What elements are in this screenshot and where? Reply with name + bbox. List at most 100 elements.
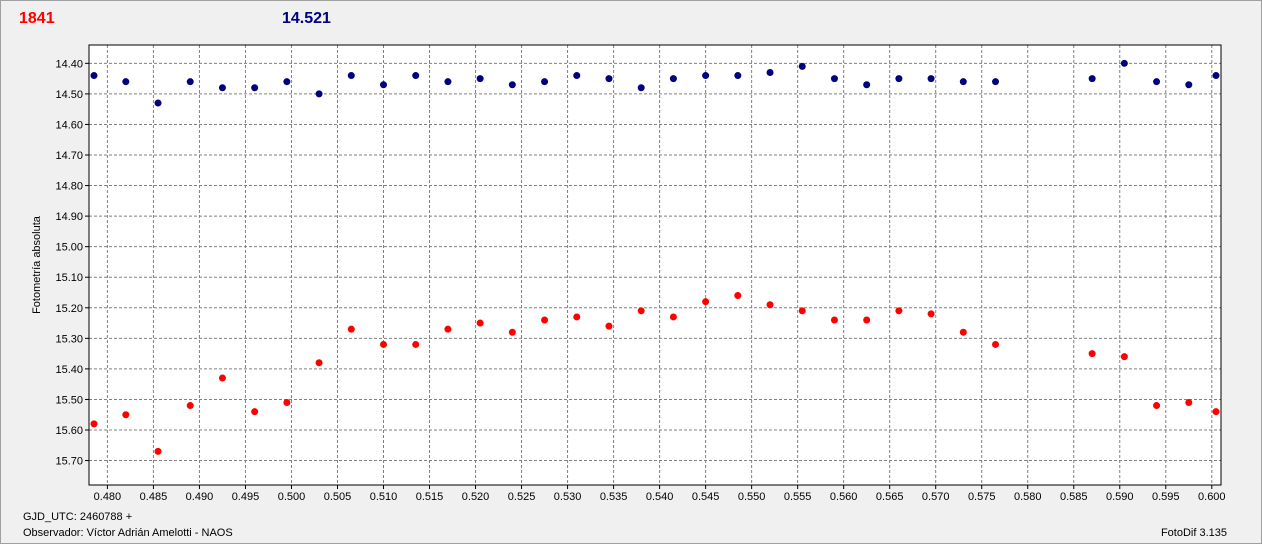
data-point [766, 69, 774, 76]
data-point [412, 340, 420, 348]
y-tick-label: 15.70 [55, 456, 83, 468]
data-point [122, 411, 130, 419]
jd-label: GJD_UTC: 2460788 + [23, 511, 133, 523]
data-point [1120, 353, 1128, 361]
data-point [347, 325, 355, 333]
data-point [1153, 402, 1161, 410]
data-point [476, 319, 484, 327]
data-point [508, 81, 516, 89]
x-tick-label: 0.535 [600, 491, 628, 503]
x-tick-label: 0.510 [370, 491, 398, 503]
x-tick-label: 0.570 [922, 491, 950, 503]
x-tick-label: 0.490 [186, 491, 214, 503]
data-point [122, 78, 130, 86]
data-point [992, 340, 1000, 348]
data-point [541, 316, 549, 324]
data-point [669, 313, 677, 321]
data-point [251, 84, 259, 92]
y-tick-label: 14.40 [55, 58, 83, 70]
y-tick-label: 15.20 [55, 303, 83, 315]
x-tick-label: 0.520 [462, 491, 490, 503]
data-point [476, 75, 484, 83]
y-tick-label: 15.00 [55, 242, 83, 254]
data-point [412, 72, 420, 80]
x-tick-label: 0.575 [968, 491, 996, 503]
data-point [605, 75, 613, 83]
data-point [637, 84, 645, 92]
data-point [798, 62, 806, 70]
data-point [90, 420, 98, 428]
data-point [1088, 75, 1096, 83]
y-tick-label: 15.40 [55, 364, 83, 376]
data-point [251, 408, 259, 416]
data-point [637, 307, 645, 315]
data-point [959, 78, 967, 86]
data-point [734, 292, 742, 300]
data-point [798, 307, 806, 315]
software-version: FotoDif 3.135 [1160, 527, 1227, 539]
data-point [380, 340, 388, 348]
data-point [541, 78, 549, 86]
data-point [927, 75, 935, 83]
data-point [218, 374, 226, 382]
y-axis-label: Fotometría absoluta [31, 215, 43, 314]
x-tick-label: 0.480 [94, 491, 122, 503]
data-point [573, 72, 581, 80]
data-point [315, 359, 323, 367]
x-tick-label: 0.500 [278, 491, 306, 503]
data-point [186, 402, 194, 410]
data-point [895, 307, 903, 315]
x-tick-label: 0.560 [830, 491, 858, 503]
data-point [895, 75, 903, 83]
x-tick-label: 0.585 [1060, 491, 1088, 503]
data-point [154, 447, 162, 455]
data-point [1153, 78, 1161, 86]
data-point [380, 81, 388, 89]
data-point [830, 316, 838, 324]
y-tick-label: 15.50 [55, 394, 83, 406]
x-tick-label: 0.525 [508, 491, 536, 503]
data-point [863, 316, 871, 324]
x-tick-label: 0.580 [1014, 491, 1042, 503]
y-axis-ticks: 14.40 14.50 14.60 14.70 14.80 14.90 15.00 15.10… [55, 58, 89, 468]
data-point [283, 78, 291, 86]
data-point [1212, 72, 1220, 80]
x-tick-label: 0.530 [554, 491, 582, 503]
x-tick-label: 0.590 [1106, 491, 1134, 503]
data-point [1185, 399, 1193, 406]
x-tick-label: 0.485 [140, 491, 168, 503]
chart-window: 1841 14.521 0.480 0.485 0.490 0.495 0.500 0.5… [0, 0, 1262, 544]
x-tick-label: 0.505 [324, 491, 352, 503]
data-point [90, 72, 98, 80]
x-tick-label: 0.495 [232, 491, 260, 503]
data-point [1185, 81, 1193, 89]
data-point [154, 99, 162, 107]
data-point [605, 322, 613, 330]
y-tick-label: 15.60 [55, 425, 83, 437]
data-point [186, 78, 194, 86]
x-axis-ticks: 0.480 0.485 0.490 0.495 0.500 0.505 0.510 0.515… [94, 485, 1226, 503]
scatter-chart: 0.480 0.485 0.490 0.495 0.500 0.505 0.510 0.515… [31, 44, 1226, 503]
data-point [283, 399, 291, 406]
data-point [766, 301, 774, 309]
plot-area [89, 45, 1221, 485]
x-tick-label: 0.555 [784, 491, 812, 503]
y-tick-label: 15.10 [55, 272, 83, 284]
y-tick-label: 15.30 [55, 333, 83, 345]
x-tick-label: 0.515 [416, 491, 444, 503]
y-tick-label: 14.90 [55, 211, 83, 223]
x-tick-label: 0.540 [646, 491, 674, 503]
x-tick-label: 0.595 [1152, 491, 1180, 503]
data-point [830, 75, 838, 83]
y-tick-label: 14.80 [55, 181, 83, 193]
data-point [992, 78, 1000, 86]
data-point [1212, 408, 1220, 416]
x-tick-label: 0.600 [1198, 491, 1226, 503]
x-tick-label: 0.545 [692, 491, 720, 503]
data-point [669, 75, 677, 83]
x-tick-label: 0.565 [876, 491, 904, 503]
data-point [702, 72, 710, 80]
data-point [1088, 350, 1096, 358]
data-point [315, 90, 323, 98]
y-tick-label: 14.70 [55, 150, 83, 162]
